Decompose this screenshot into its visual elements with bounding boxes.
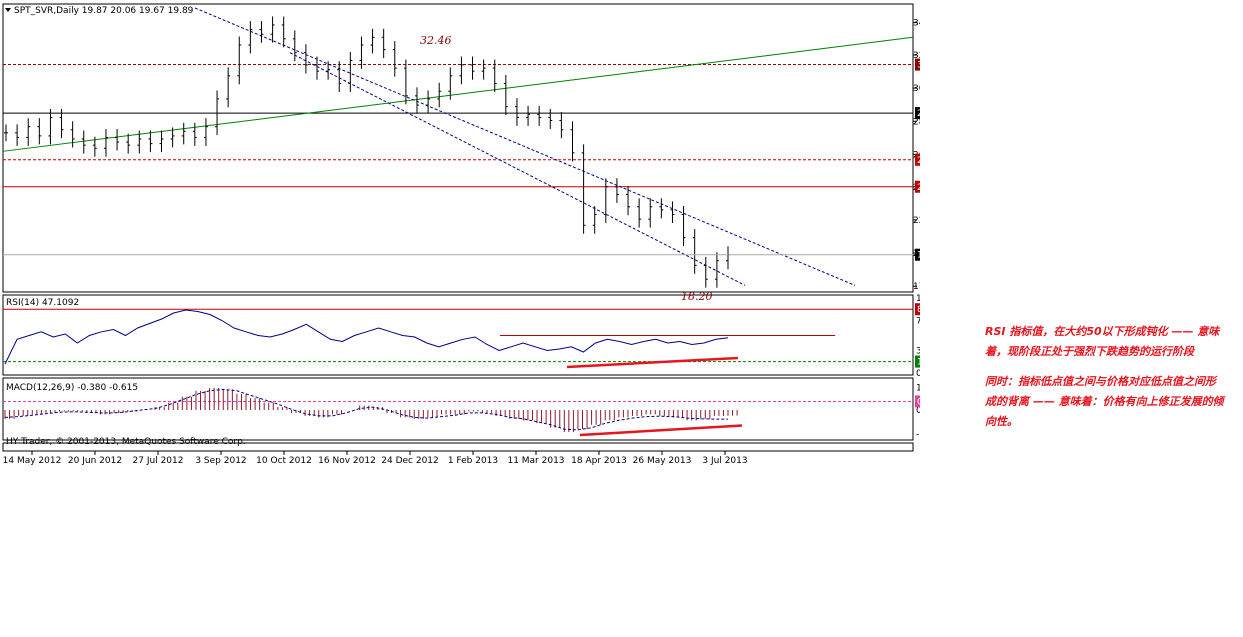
macd-panel-frame xyxy=(2,377,914,441)
footer-copyright: HY Trader, © 2001-2013, MetaQuotes Softw… xyxy=(6,437,246,447)
x-tick-label: 10 Oct 2012 xyxy=(256,456,312,466)
macd-signal-line xyxy=(4,388,728,431)
macd-header: MACD(12,26,9) -0.380 -0.615 xyxy=(6,383,138,393)
rsi-line xyxy=(4,309,729,365)
rsi-ytick-label: 100 xyxy=(916,294,920,304)
macd-ytick-label: -1.595 xyxy=(916,430,920,440)
x-tick-label: 26 May 2013 xyxy=(633,456,692,466)
x-tick-label: 3 Jul 2013 xyxy=(702,456,747,466)
price-ytick-label: 34.95 xyxy=(913,19,920,29)
annotation-low: 18.20 xyxy=(681,290,713,303)
chart-svg: 34.9532.8530.7028.5526.4024.3022.1520.00… xyxy=(2,3,920,466)
channel-bottom-line xyxy=(289,52,746,286)
rsi-header: RSI(14) 47.1092 xyxy=(6,298,79,308)
channel-top-line xyxy=(194,7,856,286)
price-ytick-label: 22.15 xyxy=(913,216,920,226)
x-tick-label: 18 Apr 2013 xyxy=(571,456,627,466)
price-ytick-label: 30.70 xyxy=(913,84,920,94)
x-tick-label: 14 May 2012 xyxy=(3,456,62,466)
annotation-high: 32.46 xyxy=(420,34,452,47)
x-tick-label: 24 Dec 2012 xyxy=(381,456,439,466)
macd-divergence-line xyxy=(579,424,743,437)
rsi-tag-15-label: 15.24 xyxy=(917,358,920,368)
dropdown-arrow-icon xyxy=(5,8,11,12)
note-rsi: RSI 指标值，在大约50以下形成钝化 —— 意味着，现阶段正处于强烈下跌趋势的… xyxy=(985,325,1220,358)
annotation-notes: RSI 指标值，在大约50以下形成钝化 —— 意味着，现阶段正处于强烈下跌趋势的… xyxy=(985,322,1225,442)
price-level-tag-label: 24.30 xyxy=(917,183,920,193)
last-price-tag-label: 19.89 xyxy=(917,251,920,261)
rsi-ytick-label: 70 xyxy=(916,317,920,327)
rsi-divergence-line xyxy=(566,356,739,369)
price-level-tag-label: 26.05 xyxy=(917,156,920,166)
macd-level-tag-label: 0.58 xyxy=(917,397,920,407)
rsi-tag-85-label: 85.03 xyxy=(917,305,920,315)
x-tick-label: 20 Jun 2012 xyxy=(68,456,122,466)
price-header: SPT_SVR,Daily 19.87 20.06 19.67 19.89 xyxy=(14,6,194,16)
x-tick-label: 1 Feb 2013 xyxy=(448,456,498,466)
x-tick-label: 16 Nov 2012 xyxy=(318,456,376,466)
x-tick-label: 27 Jul 2012 xyxy=(133,456,184,466)
x-tick-label: 11 Mar 2013 xyxy=(507,456,564,466)
rsi-ytick-label: 30 xyxy=(916,347,920,357)
macd-ytick-label: 0.00 xyxy=(916,406,920,416)
price-level-tag-label: 29.08 xyxy=(917,109,920,119)
macd-ytick-label: 1.538 xyxy=(916,383,920,393)
note-divergence: 同时：指标低点值之间与价格对应低点值之间形成的背离 —— 意味着：价格有向上修正… xyxy=(985,375,1224,428)
x-tick-label: 3 Sep 2012 xyxy=(195,456,246,466)
price-ytick-label: 17.85 xyxy=(913,282,920,292)
price-level-tag-label: 32.23 xyxy=(917,61,920,71)
chart-container: 34.9532.8530.7028.5526.4024.3022.1520.00… xyxy=(0,0,920,470)
rsi-ytick-label: 0 xyxy=(916,369,920,379)
